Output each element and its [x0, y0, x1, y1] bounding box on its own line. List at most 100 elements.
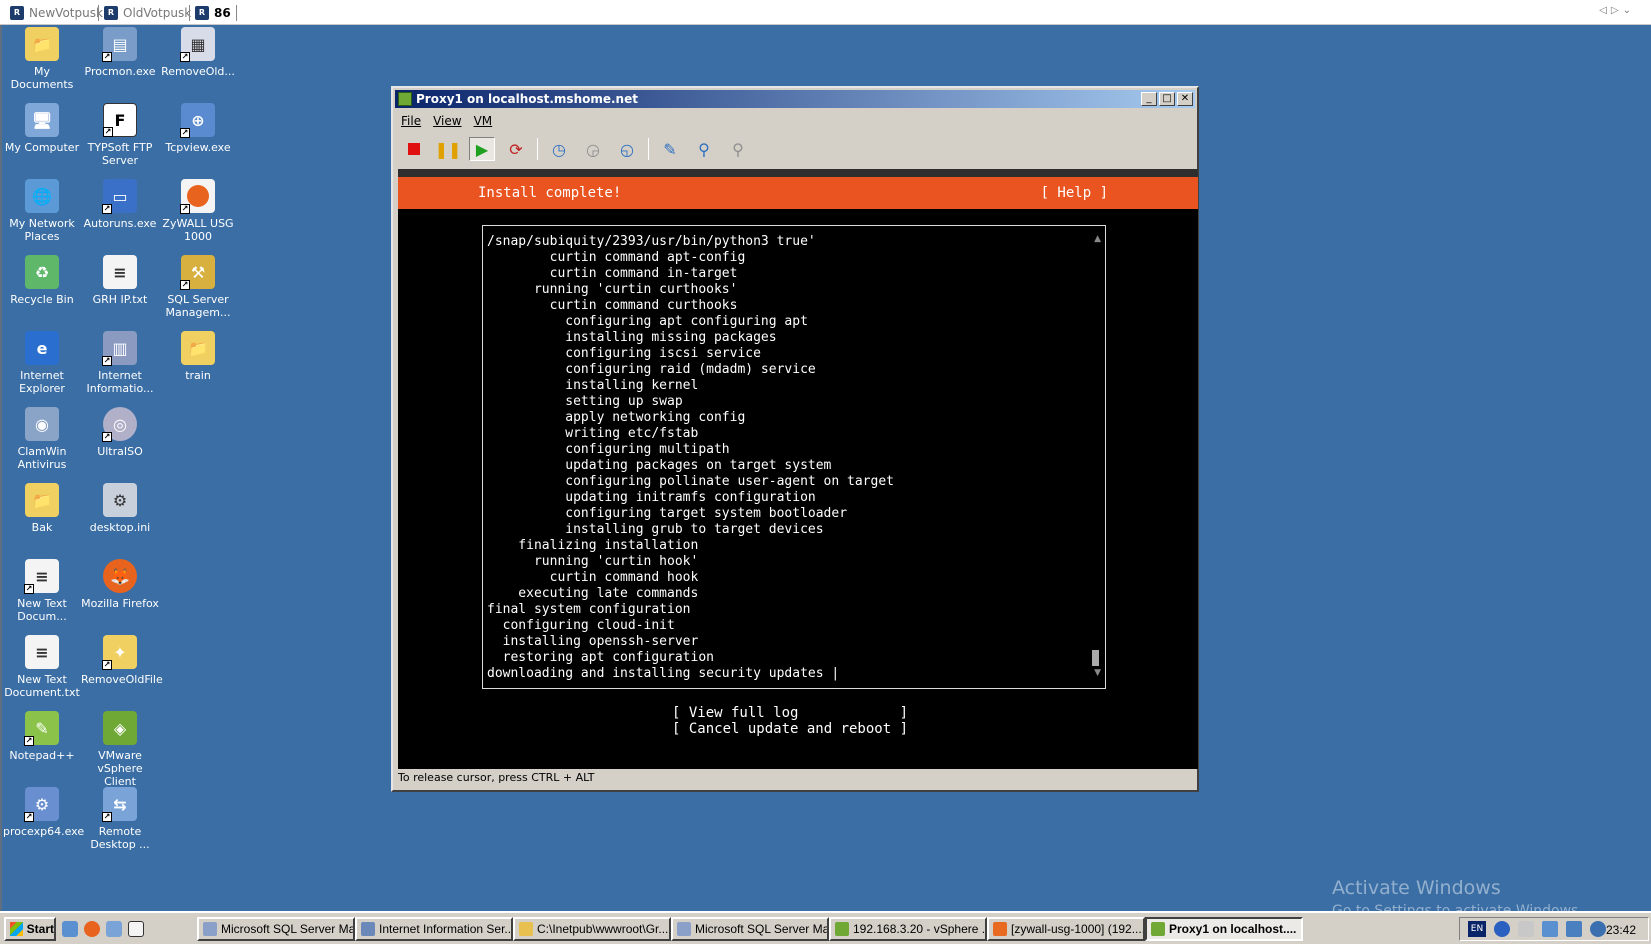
desktop-icon-removeold[interactable]: ▦ ↗ RemoveOld...: [159, 27, 237, 78]
globe-icon[interactable]: [1590, 921, 1606, 937]
rdp-tab-oldvotpusk[interactable]: R OldVotpusk: [104, 4, 191, 21]
cancel-update-reboot-button[interactable]: [ Cancel update and reboot ]: [672, 721, 908, 737]
scroll-down-icon[interactable]: ▼: [1094, 668, 1101, 678]
connect-floppy-button[interactable]: ⚲: [725, 137, 751, 161]
desktop-icon-mozilla-firefox[interactable]: 🦊 Mozilla Firefox: [81, 559, 159, 610]
show-desktop-icon[interactable]: [62, 921, 78, 937]
install-log-panel[interactable]: /snap/subiquity/2393/usr/bin/python3 tru…: [482, 225, 1106, 689]
log-line: finalizing installation: [487, 538, 699, 553]
log-line: updating packages on target system: [487, 458, 832, 473]
status-bar-text: To release cursor, press CTRL + ALT: [398, 771, 595, 784]
vsphere-icon: ◈: [103, 711, 137, 745]
manage-snapshots-button[interactable]: ◵: [614, 137, 640, 161]
snapshot-icon: ◷: [552, 139, 566, 159]
play-button[interactable]: ▶: [469, 137, 495, 161]
menu-file[interactable]: File: [401, 114, 421, 132]
clock[interactable]: 23:42: [1606, 923, 1636, 937]
reset-icon: ⟳: [509, 139, 523, 159]
help-icon[interactable]: [1494, 921, 1510, 937]
rdp-tab-86[interactable]: R 86: [195, 4, 231, 21]
taskbar-button[interactable]: Proxy1 on localhost....: [1145, 917, 1303, 941]
view-full-log-button[interactable]: [ View full log ]: [672, 705, 908, 721]
log-line: writing etc/fstab: [487, 426, 699, 441]
taskbar-button[interactable]: Microsoft SQL Server Ma...: [671, 917, 829, 941]
edit-settings-button[interactable]: ✎: [657, 137, 683, 161]
minimize-button[interactable]: _: [1141, 92, 1157, 106]
desktop-icon-ultraiso[interactable]: ◎ ↗ UltraISO: [81, 407, 159, 458]
title-bar[interactable]: Proxy1 on localhost.mshome.net _ □ ✕: [395, 90, 1195, 108]
taskbar-button[interactable]: Internet Information Ser...: [355, 917, 513, 941]
install-log-text: /snap/subiquity/2393/usr/bin/python3 tru…: [487, 234, 894, 682]
shortcut-arrow-icon: ↗: [102, 204, 112, 214]
desktop-icon-vmware-vsphere[interactable]: ◈ VMware vSphere Client: [81, 711, 159, 788]
desktop-icon-bak[interactable]: 📁 Bak: [3, 483, 81, 534]
desktop-icon-grh-ip[interactable]: ≡ GRH IP.txt: [81, 255, 159, 306]
log-line: installing kernel: [487, 378, 699, 393]
shortcut-arrow-icon: ↗: [102, 812, 112, 822]
desktop-icon-sql-server[interactable]: ⚒ ↗ SQL Server Managem...: [159, 255, 237, 319]
desktop-icon-new-text-docum[interactable]: ≡ ↗ New Text Docum...: [3, 559, 81, 623]
language-indicator[interactable]: EN: [1468, 921, 1486, 937]
desktop-icon-autoruns[interactable]: ▭ ↗ Autoruns.exe: [81, 179, 159, 230]
close-button[interactable]: ✕: [1177, 92, 1193, 106]
desktop-icon-procexp64[interactable]: ⚙ ↗ procexp64.exe: [3, 787, 84, 838]
app-icon: [203, 922, 217, 936]
desktop-icon-internet-explorer[interactable]: e Internet Explorer: [3, 331, 81, 395]
taskbar-button[interactable]: [zywall-usg-1000] (192....: [987, 917, 1145, 941]
network-icon[interactable]: [1542, 921, 1558, 937]
log-line: curtin command curthooks: [487, 298, 738, 313]
desktop-icon-new-text-document-txt[interactable]: ≡ New Text Document.txt: [3, 635, 81, 699]
clamwin-icon: ◉: [25, 407, 59, 441]
snapshot-button[interactable]: ◷: [546, 137, 572, 161]
menu-view[interactable]: View: [433, 114, 461, 132]
pause-button[interactable]: ❚❚: [435, 137, 462, 161]
folder-icon: 📁: [25, 483, 59, 517]
rdp-scroll-arrows-icon[interactable]: ◁▷⌄: [1599, 5, 1635, 16]
divider: [98, 5, 99, 21]
desktop-icon-remote-desktop[interactable]: ⇆ ↗ Remote Desktop ...: [81, 787, 159, 851]
desktop-icon-iis[interactable]: ▥ ↗ Internet Informatio...: [81, 331, 159, 395]
log-line: apply networking config: [487, 410, 746, 425]
tray-expand-icon[interactable]: [1518, 921, 1534, 937]
help-button[interactable]: [ Help ]: [1041, 185, 1108, 201]
vm-console-screen[interactable]: Install complete! [ Help ] /snap/subiqui…: [398, 169, 1198, 769]
desktop-icon-tcpview[interactable]: ⊕ ↗ Tcpview.exe: [159, 103, 237, 154]
connect-cd-button[interactable]: ⚲: [691, 137, 717, 161]
desktop-icon-procmon[interactable]: ▤ ↗ Procmon.exe: [81, 27, 159, 78]
rdp-tab-newvotpusk[interactable]: R NewVotpusk: [10, 4, 103, 21]
log-line: configuring pollinate user-agent on targ…: [487, 474, 894, 489]
explorer-quicklaunch-icon[interactable]: [106, 921, 122, 937]
desktop-icon-notepad-plus[interactable]: ✎ ↗ Notepad++: [3, 711, 81, 762]
rdp-icon: R: [104, 5, 118, 20]
scrollbar-thumb[interactable]: [1092, 650, 1099, 666]
log-line: updating initramfs configuration: [487, 490, 816, 505]
desktop-icon-desktop-ini[interactable]: ⚙ desktop.ini: [81, 483, 159, 534]
desktop-icon-my-computer[interactable]: 🖥 My Computer: [3, 103, 81, 154]
stop-button[interactable]: [401, 137, 427, 161]
desktop-icon-clamwin[interactable]: ◉ ClamWin Antivirus: [3, 407, 81, 471]
computer-icon: 🖥: [25, 103, 59, 137]
desktop-icon-my-documents[interactable]: 📁 My Documents: [3, 27, 81, 91]
log-line: curtin command hook: [487, 570, 699, 585]
firefox-quicklaunch-icon[interactable]: [84, 921, 100, 937]
desktop-icon-recycle-bin[interactable]: ♻ Recycle Bin: [3, 255, 81, 306]
notepad-quicklaunch-icon[interactable]: [128, 921, 144, 937]
revert-snapshot-button[interactable]: ◶: [580, 137, 606, 161]
maximize-button[interactable]: □: [1159, 92, 1175, 106]
start-button[interactable]: Start: [4, 917, 56, 941]
taskbar-button[interactable]: C:\Inetpub\wwwroot\Gr...: [513, 917, 671, 941]
vm-console-window: Proxy1 on localhost.mshome.net _ □ ✕ Fil…: [391, 86, 1199, 792]
reset-button[interactable]: ⟳: [503, 137, 529, 161]
desktop-icon-removeoldfile[interactable]: ✦ ↗ RemoveOldFile: [81, 635, 163, 686]
network-icon-2[interactable]: [1566, 921, 1582, 937]
menu-vm[interactable]: VM: [474, 114, 493, 132]
scroll-up-icon[interactable]: ▲: [1094, 234, 1101, 244]
taskbar-button[interactable]: 192.168.3.20 - vSphere ...: [829, 917, 987, 941]
desktop-icon-zywall-usg[interactable]: ↗ ZyWALL USG 1000: [159, 179, 237, 243]
app-icon: [519, 922, 533, 936]
text-file-icon: ≡ ↗: [24, 559, 59, 594]
taskbar-button[interactable]: Microsoft SQL Server Ma...: [197, 917, 355, 941]
desktop-icon-typsoft-ftp[interactable]: F ↗ TYPSoft FTP Server: [81, 103, 159, 167]
desktop-icon-train[interactable]: 📁 train: [159, 331, 237, 382]
desktop-icon-my-network-places[interactable]: 🌐 My Network Places: [3, 179, 81, 243]
